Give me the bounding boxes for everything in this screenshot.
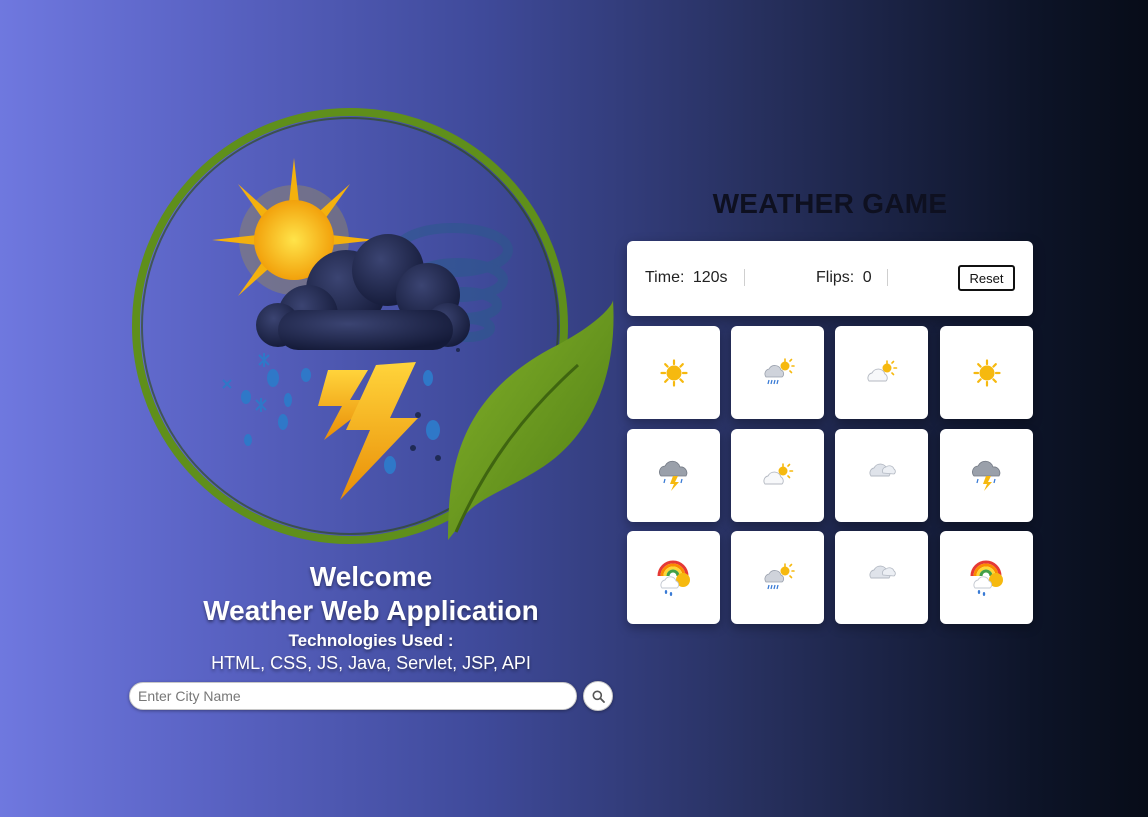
search-button[interactable] bbox=[583, 681, 613, 711]
memory-card[interactable] bbox=[627, 429, 720, 522]
card-grid bbox=[627, 326, 1033, 624]
city-search bbox=[129, 681, 613, 712]
rainbow-icon bbox=[657, 560, 690, 596]
cloud-icon bbox=[868, 463, 896, 476]
reset-button[interactable]: Reset bbox=[958, 265, 1015, 291]
cloud-icon bbox=[868, 565, 896, 578]
flip-counter: Flips: 0 bbox=[816, 269, 872, 287]
city-search-input[interactable] bbox=[129, 682, 577, 710]
thunder-cloud-icon bbox=[971, 460, 1000, 491]
memory-card[interactable] bbox=[627, 531, 720, 624]
technologies-list: HTML, CSS, JS, Java, Servlet, JSP, API bbox=[211, 653, 531, 673]
memory-card[interactable] bbox=[940, 429, 1033, 522]
flips-label: Flips: bbox=[816, 269, 855, 286]
memory-card[interactable] bbox=[627, 326, 720, 419]
memory-card[interactable] bbox=[731, 326, 824, 419]
memory-card[interactable] bbox=[731, 531, 824, 624]
divider bbox=[744, 269, 745, 286]
timer: Time: 120s bbox=[645, 269, 728, 287]
memory-card[interactable] bbox=[835, 429, 928, 522]
sun-icon bbox=[972, 358, 1001, 387]
rainbow-icon bbox=[970, 560, 1003, 596]
sun-cloud-rain-icon bbox=[764, 357, 795, 384]
flips-value: 0 bbox=[862, 269, 872, 286]
memory-card[interactable] bbox=[940, 326, 1033, 419]
timer-value: 120s bbox=[692, 269, 728, 286]
game-status-bar: Time: 120s Flips: 0 Reset bbox=[627, 241, 1033, 316]
search-icon bbox=[592, 690, 605, 703]
timer-label: Time: bbox=[645, 269, 685, 286]
memory-card[interactable] bbox=[940, 531, 1033, 624]
sun-cloud-rain-icon bbox=[764, 562, 795, 589]
weather-logo bbox=[132, 108, 614, 544]
welcome-section: Welcome Weather Web Application Technolo… bbox=[140, 560, 602, 674]
app-name: Weather Web Application bbox=[203, 595, 539, 626]
game-title: WEATHER GAME bbox=[712, 188, 948, 219]
technologies-label: Technologies Used : bbox=[288, 631, 454, 650]
memory-card[interactable] bbox=[835, 531, 928, 624]
sun-behind-cloud-icon bbox=[762, 462, 793, 484]
sun-icon bbox=[659, 358, 688, 387]
welcome-title: Welcome bbox=[309, 561, 433, 592]
divider bbox=[887, 269, 888, 286]
thunder-cloud-icon bbox=[658, 460, 687, 491]
memory-card[interactable] bbox=[731, 429, 824, 522]
memory-card[interactable] bbox=[835, 326, 928, 419]
sun-behind-cloud-icon bbox=[866, 359, 897, 381]
